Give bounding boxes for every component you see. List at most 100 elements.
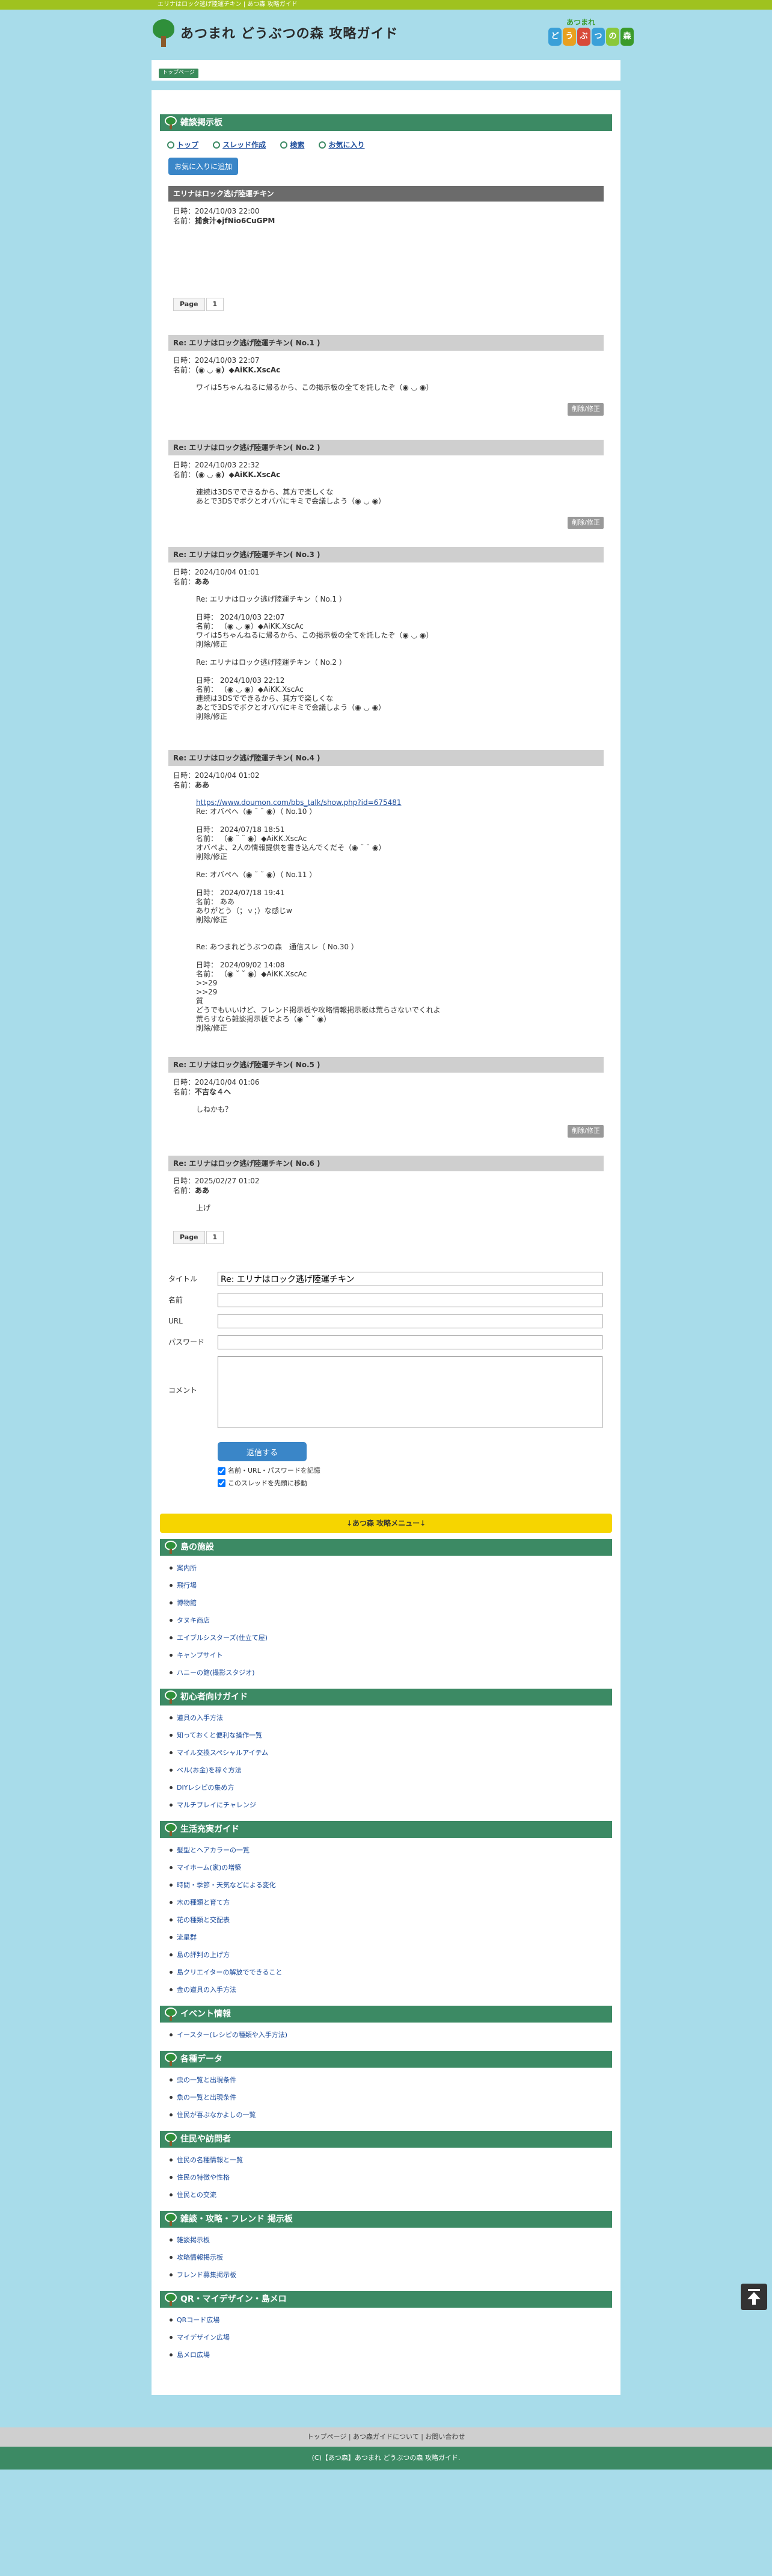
move-top-checkbox[interactable] xyxy=(218,1479,225,1488)
menu-item[interactable]: 流星群 xyxy=(170,1929,612,1946)
menu-item-link[interactable]: DIYレシピの集め方 xyxy=(177,1784,234,1792)
menu-item[interactable]: 島の評判の上げ方 xyxy=(170,1946,612,1964)
menu-item-link[interactable]: エイブルシスターズ(仕立て屋) xyxy=(177,1634,268,1642)
menu-item-link[interactable]: 飛行場 xyxy=(177,1582,197,1589)
menu-item[interactable]: マルチプレイにチャレンジ xyxy=(170,1796,612,1814)
thread-date: 日時：2024/10/03 22:00 xyxy=(173,206,260,215)
menu-item-link[interactable]: 島の評判の上げ方 xyxy=(177,1951,230,1959)
menu-item[interactable]: 知っておくと便利な操作一覧 xyxy=(170,1727,612,1744)
menu-item-link[interactable]: 住民の特徴や性格 xyxy=(177,2174,230,2181)
reply-date: 日時：2025/02/27 01:02 xyxy=(173,1176,260,1185)
menu-item-link[interactable]: 木の種類と育て方 xyxy=(177,1899,230,1906)
reply-meta: 日時：2024/10/04 01:06 名前：不吉な４ヘ xyxy=(168,1077,604,1097)
menu-item-link[interactable]: イースター(レシピの種類や入手方法) xyxy=(177,2031,287,2039)
menu-item[interactable]: 住民との交流 xyxy=(170,2186,612,2204)
menu-item-link[interactable]: 住民の名種情報と一覧 xyxy=(177,2156,243,2164)
menu-item-link[interactable]: 金の道具の入手方法 xyxy=(177,1986,236,1994)
footer-links[interactable]: トップページ | あつ森ガイドについて | お問い合わせ xyxy=(0,2427,772,2447)
nav-search-link[interactable]: 検索 xyxy=(280,141,304,149)
menu-item-link[interactable]: 知っておくと便利な操作一覧 xyxy=(177,1731,262,1739)
reply-date: 日時：2024/10/03 22:32 xyxy=(173,460,260,469)
menu-item-link[interactable]: マルチプレイにチャレンジ xyxy=(177,1801,256,1809)
menu-item[interactable]: 金の道具の入手方法 xyxy=(170,1981,612,1998)
nav-top-link[interactable]: トップ xyxy=(167,141,198,149)
reply-link[interactable]: https://www.doumon.com/bbs_talk/show.php… xyxy=(196,798,401,807)
menu-item-link[interactable]: タヌキ商店 xyxy=(177,1616,210,1624)
menu-item[interactable]: フレンド募集掲示板 xyxy=(170,2266,612,2284)
menu-item-link[interactable]: 髪型とヘアカラーの一覧 xyxy=(177,1846,250,1854)
menu-item-link[interactable]: 博物館 xyxy=(177,1599,197,1607)
pager-page-1[interactable]: 1 xyxy=(206,1230,224,1244)
menu-item[interactable]: 雑談掲示板 xyxy=(170,2231,612,2249)
url-input[interactable] xyxy=(218,1314,602,1328)
breadcrumb-top-link[interactable]: トップページ xyxy=(159,69,198,78)
menu-item-link[interactable]: マイデザイン広場 xyxy=(177,2334,230,2341)
menu-item-link[interactable]: 住民との交流 xyxy=(177,2191,216,2199)
site-logo[interactable]: あつまれ どうぶつの森 攻略ガイド xyxy=(152,19,398,48)
menu-item[interactable]: タヌキ商店 xyxy=(170,1612,612,1629)
menu-item-link[interactable]: キャンプサイト xyxy=(177,1651,223,1659)
menu-item-link[interactable]: 虫の一覧と出現条件 xyxy=(177,2076,236,2084)
menu-item[interactable]: 髪型とヘアカラーの一覧 xyxy=(170,1841,612,1859)
menu-item[interactable]: 島クリエイターの解放でできること xyxy=(170,1964,612,1981)
password-input[interactable] xyxy=(218,1335,602,1349)
menu-item[interactable]: 虫の一覧と出現条件 xyxy=(170,2071,612,2089)
menu-item[interactable]: 花の種類と交配表 xyxy=(170,1911,612,1929)
menu-item-link[interactable]: 案内所 xyxy=(177,1564,197,1572)
menu-item-link[interactable]: 花の種類と交配表 xyxy=(177,1916,230,1924)
menu-item[interactable]: 博物館 xyxy=(170,1594,612,1612)
menu-item-link[interactable]: QRコード広場 xyxy=(177,2316,219,2324)
menu-item[interactable]: マイホーム(家)の増築 xyxy=(170,1859,612,1876)
menu-item-link[interactable]: フレンド募集掲示板 xyxy=(177,2271,236,2279)
remember-checkbox[interactable] xyxy=(218,1467,225,1475)
name-input[interactable] xyxy=(218,1293,602,1307)
back-to-top-button[interactable] xyxy=(741,2284,767,2310)
menu-item[interactable]: 案内所 xyxy=(170,1559,612,1577)
menu-item[interactable]: 住民が喜ぶなかよしの一覧 xyxy=(170,2106,612,2124)
menu-item[interactable]: DIYレシピの集め方 xyxy=(170,1779,612,1796)
menu-item[interactable]: エイブルシスターズ(仕立て屋) xyxy=(170,1629,612,1647)
menu-item-link[interactable]: マイホーム(家)の増築 xyxy=(177,1864,241,1872)
title-input[interactable] xyxy=(218,1272,602,1286)
menu-item-link[interactable]: 島メロ広場 xyxy=(177,2351,210,2359)
menu-item[interactable]: 道具の入手方法 xyxy=(170,1709,612,1727)
menu-item[interactable]: キャンプサイト xyxy=(170,1647,612,1664)
tree-icon xyxy=(165,2213,177,2226)
menu-item[interactable]: QRコード広場 xyxy=(170,2311,612,2329)
menu-item-link[interactable]: マイル交換スペシャルアイテム xyxy=(177,1749,268,1757)
menu-item[interactable]: ハニーの館(撮影スタジオ) xyxy=(170,1664,612,1681)
menu-item[interactable]: 島メロ広場 xyxy=(170,2346,612,2364)
pager-page-1[interactable]: 1 xyxy=(206,297,224,311)
edit-delete-button[interactable]: 削除/修正 xyxy=(568,516,604,529)
menu-item[interactable]: ベル(お金)を稼ぐ方法 xyxy=(170,1761,612,1779)
menu-item-link[interactable]: ベル(お金)を稼ぐ方法 xyxy=(177,1766,242,1774)
menu-item[interactable]: 住民の特徴や性格 xyxy=(170,2169,612,2186)
menu-item[interactable]: マイル交換スペシャルアイテム xyxy=(170,1744,612,1761)
edit-delete-button[interactable]: 削除/修正 xyxy=(568,403,604,416)
add-favorite-button[interactable]: お気に入りに追加 xyxy=(168,157,239,175)
menu-item-link[interactable]: 流星群 xyxy=(177,1934,197,1941)
board-title: 雑談掲示板 xyxy=(180,118,222,128)
menu-item-link[interactable]: 島クリエイターの解放でできること xyxy=(177,1968,282,1976)
menu-item-link[interactable]: 時間・季節・天気などによる変化 xyxy=(177,1881,276,1889)
menu-item[interactable]: イースター(レシピの種類や入手方法) xyxy=(170,2026,612,2044)
menu-item-link[interactable]: 雑談掲示板 xyxy=(177,2236,210,2244)
menu-item-link[interactable]: 攻略情報掲示板 xyxy=(177,2254,223,2261)
menu-item[interactable]: 飛行場 xyxy=(170,1577,612,1594)
menu-item[interactable]: 木の種類と育て方 xyxy=(170,1894,612,1911)
menu-item-link[interactable]: ハニーの館(撮影スタジオ) xyxy=(177,1669,255,1677)
menu-item-link[interactable]: 住民が喜ぶなかよしの一覧 xyxy=(177,2111,256,2119)
edit-delete-button[interactable]: 削除/修正 xyxy=(568,1125,604,1138)
nav-create-thread-link[interactable]: スレッド作成 xyxy=(213,141,266,149)
menu-item[interactable]: 魚の一覧と出現条件 xyxy=(170,2089,612,2106)
comment-textarea[interactable] xyxy=(218,1356,602,1428)
menu-item[interactable]: マイデザイン広場 xyxy=(170,2329,612,2346)
menu-item[interactable]: 攻略情報掲示板 xyxy=(170,2249,612,2266)
menu-item-link[interactable]: 道具の入手方法 xyxy=(177,1714,223,1722)
menu-item[interactable]: 時間・季節・天気などによる変化 xyxy=(170,1876,612,1894)
submit-reply-button[interactable]: 返信する xyxy=(218,1442,307,1461)
guide-menu-banner[interactable]: ↓あつ森 攻略メニュー↓ xyxy=(160,1514,612,1533)
nav-favorites-link[interactable]: お気に入り xyxy=(319,141,364,149)
menu-item[interactable]: 住民の名種情報と一覧 xyxy=(170,2151,612,2169)
menu-item-link[interactable]: 魚の一覧と出現条件 xyxy=(177,2094,236,2101)
